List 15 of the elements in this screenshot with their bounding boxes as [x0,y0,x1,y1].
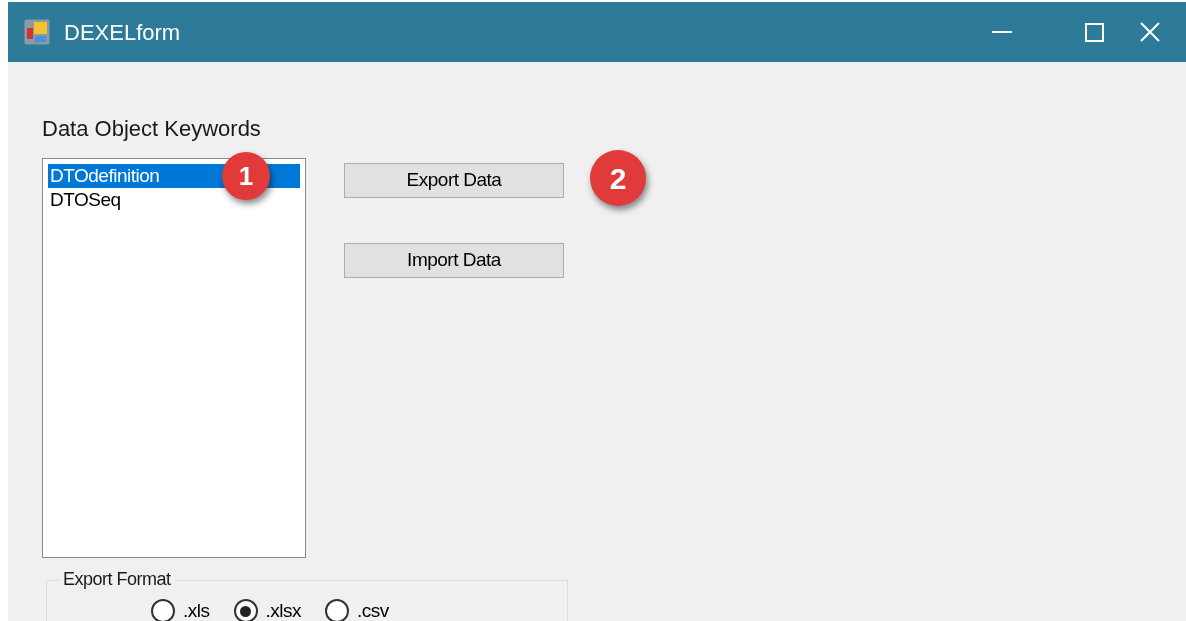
window-title: DEXELform [64,18,181,47]
keywords-label: Data Object Keywords [42,116,262,142]
minimize-icon [992,31,1012,33]
radio-option[interactable]: .xlsx [233,597,301,621]
radio-option[interactable]: .csv [325,597,389,621]
radio-button[interactable] [151,599,175,621]
action-button[interactable]: Import Data [344,243,564,278]
close-icon [1140,22,1160,42]
maximize-icon [1084,22,1104,42]
action-button[interactable]: Export Data [344,163,564,198]
number-callout-overlay: 2 [590,150,646,206]
radio-button[interactable] [233,599,258,621]
radio-button[interactable] [325,599,349,621]
radio-option[interactable]: .xls [151,597,210,621]
app-icon [24,19,50,45]
